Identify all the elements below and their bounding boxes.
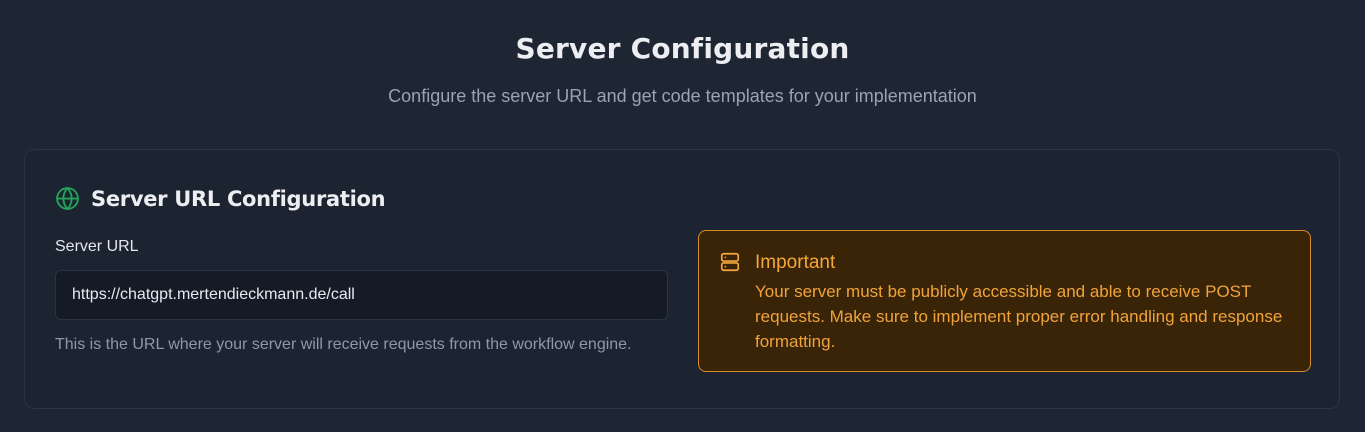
server-icon	[719, 251, 741, 278]
server-url-label: Server URL	[55, 238, 139, 255]
important-alert: Important Your server must be publicly a…	[698, 230, 1311, 372]
globe-icon	[55, 186, 80, 211]
server-url-help-text: This is the URL where your server will r…	[55, 336, 632, 353]
page-subtitle: Configure the server URL and get code te…	[388, 86, 977, 106]
alert-title: Important	[755, 252, 836, 273]
server-url-input[interactable]	[55, 270, 668, 320]
page-title: Server Configuration	[515, 32, 850, 65]
server-url-card: Server URL Configuration Server URL This…	[24, 149, 1340, 409]
alert-text: Your server must be publicly accessible …	[755, 282, 1283, 351]
card-header: Server URL Configuration	[55, 186, 386, 211]
card-title: Server URL Configuration	[91, 186, 386, 211]
